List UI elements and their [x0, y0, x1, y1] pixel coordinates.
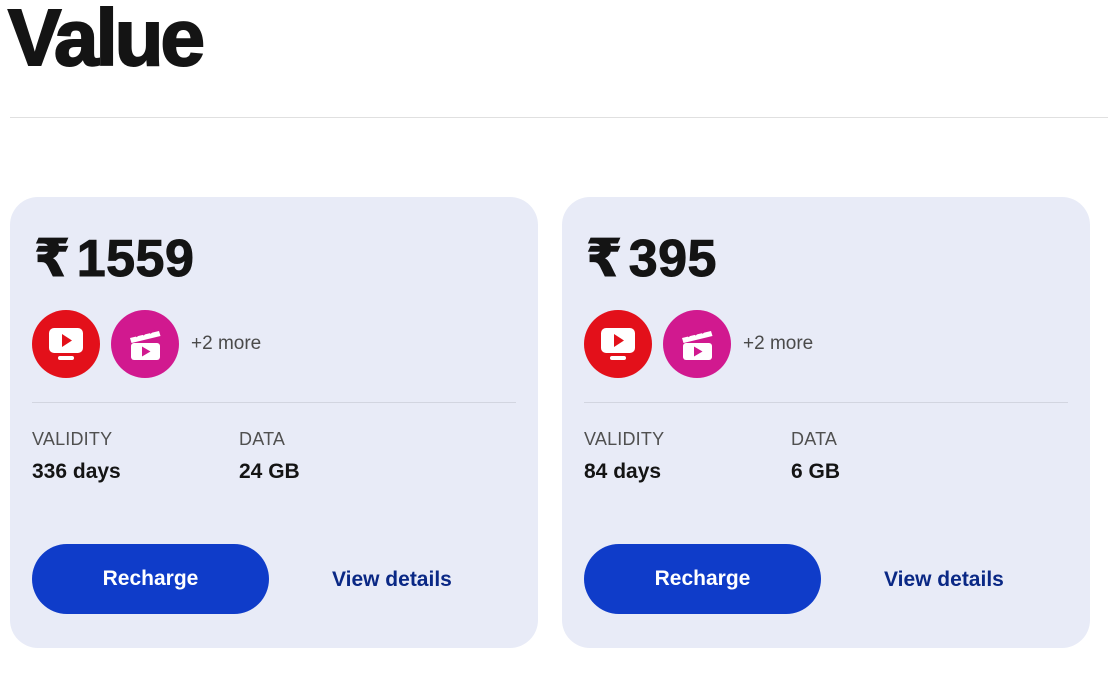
- card-divider: [32, 402, 516, 403]
- jiotv-icon[interactable]: [584, 310, 652, 378]
- currency-symbol: ₹: [586, 230, 623, 289]
- validity-value: 336 days: [32, 460, 121, 483]
- title-divider: [10, 117, 1108, 118]
- data-value: 6 GB: [791, 460, 841, 483]
- jiocinema-icon[interactable]: [111, 310, 179, 378]
- view-details-link[interactable]: View details: [332, 567, 452, 593]
- validity-value: 84 days: [584, 460, 662, 483]
- plan-card: ₹ 1559 +2 more VALIDITY 336 days DATA 24…: [10, 197, 538, 648]
- jiocinema-icon[interactable]: [663, 310, 731, 378]
- recharge-button[interactable]: Recharge: [584, 544, 821, 614]
- validity-label: VALIDITY: [584, 429, 665, 449]
- data-value: 24 GB: [239, 460, 300, 483]
- more-benefits-text[interactable]: +2 more: [191, 333, 261, 355]
- ott-benefits[interactable]: +2 more: [32, 310, 261, 378]
- currency-symbol: ₹: [34, 230, 71, 289]
- data-spec: DATA 6 GB: [791, 427, 840, 485]
- data-spec: DATA 24 GB: [239, 427, 300, 485]
- price-amount: 1559: [76, 230, 195, 289]
- validity-spec: VALIDITY 336 days: [32, 427, 121, 485]
- plan-price: ₹ 395: [586, 227, 717, 291]
- plan-card: ₹ 395 +2 more VALIDITY 84 days DATA 6 GB: [562, 197, 1090, 648]
- validity-spec: VALIDITY 84 days: [584, 427, 664, 485]
- page-title: Value: [7, 0, 206, 83]
- more-benefits-text[interactable]: +2 more: [743, 333, 813, 355]
- jiotv-icon[interactable]: [32, 310, 100, 378]
- data-label: DATA: [239, 429, 286, 449]
- recharge-button[interactable]: Recharge: [32, 544, 269, 614]
- data-label: DATA: [791, 429, 838, 449]
- validity-label: VALIDITY: [32, 429, 113, 449]
- view-details-link[interactable]: View details: [884, 567, 1004, 593]
- card-divider: [584, 402, 1068, 403]
- ott-benefits[interactable]: +2 more: [584, 310, 813, 378]
- plan-price: ₹ 1559: [34, 227, 195, 291]
- price-amount: 395: [628, 230, 717, 289]
